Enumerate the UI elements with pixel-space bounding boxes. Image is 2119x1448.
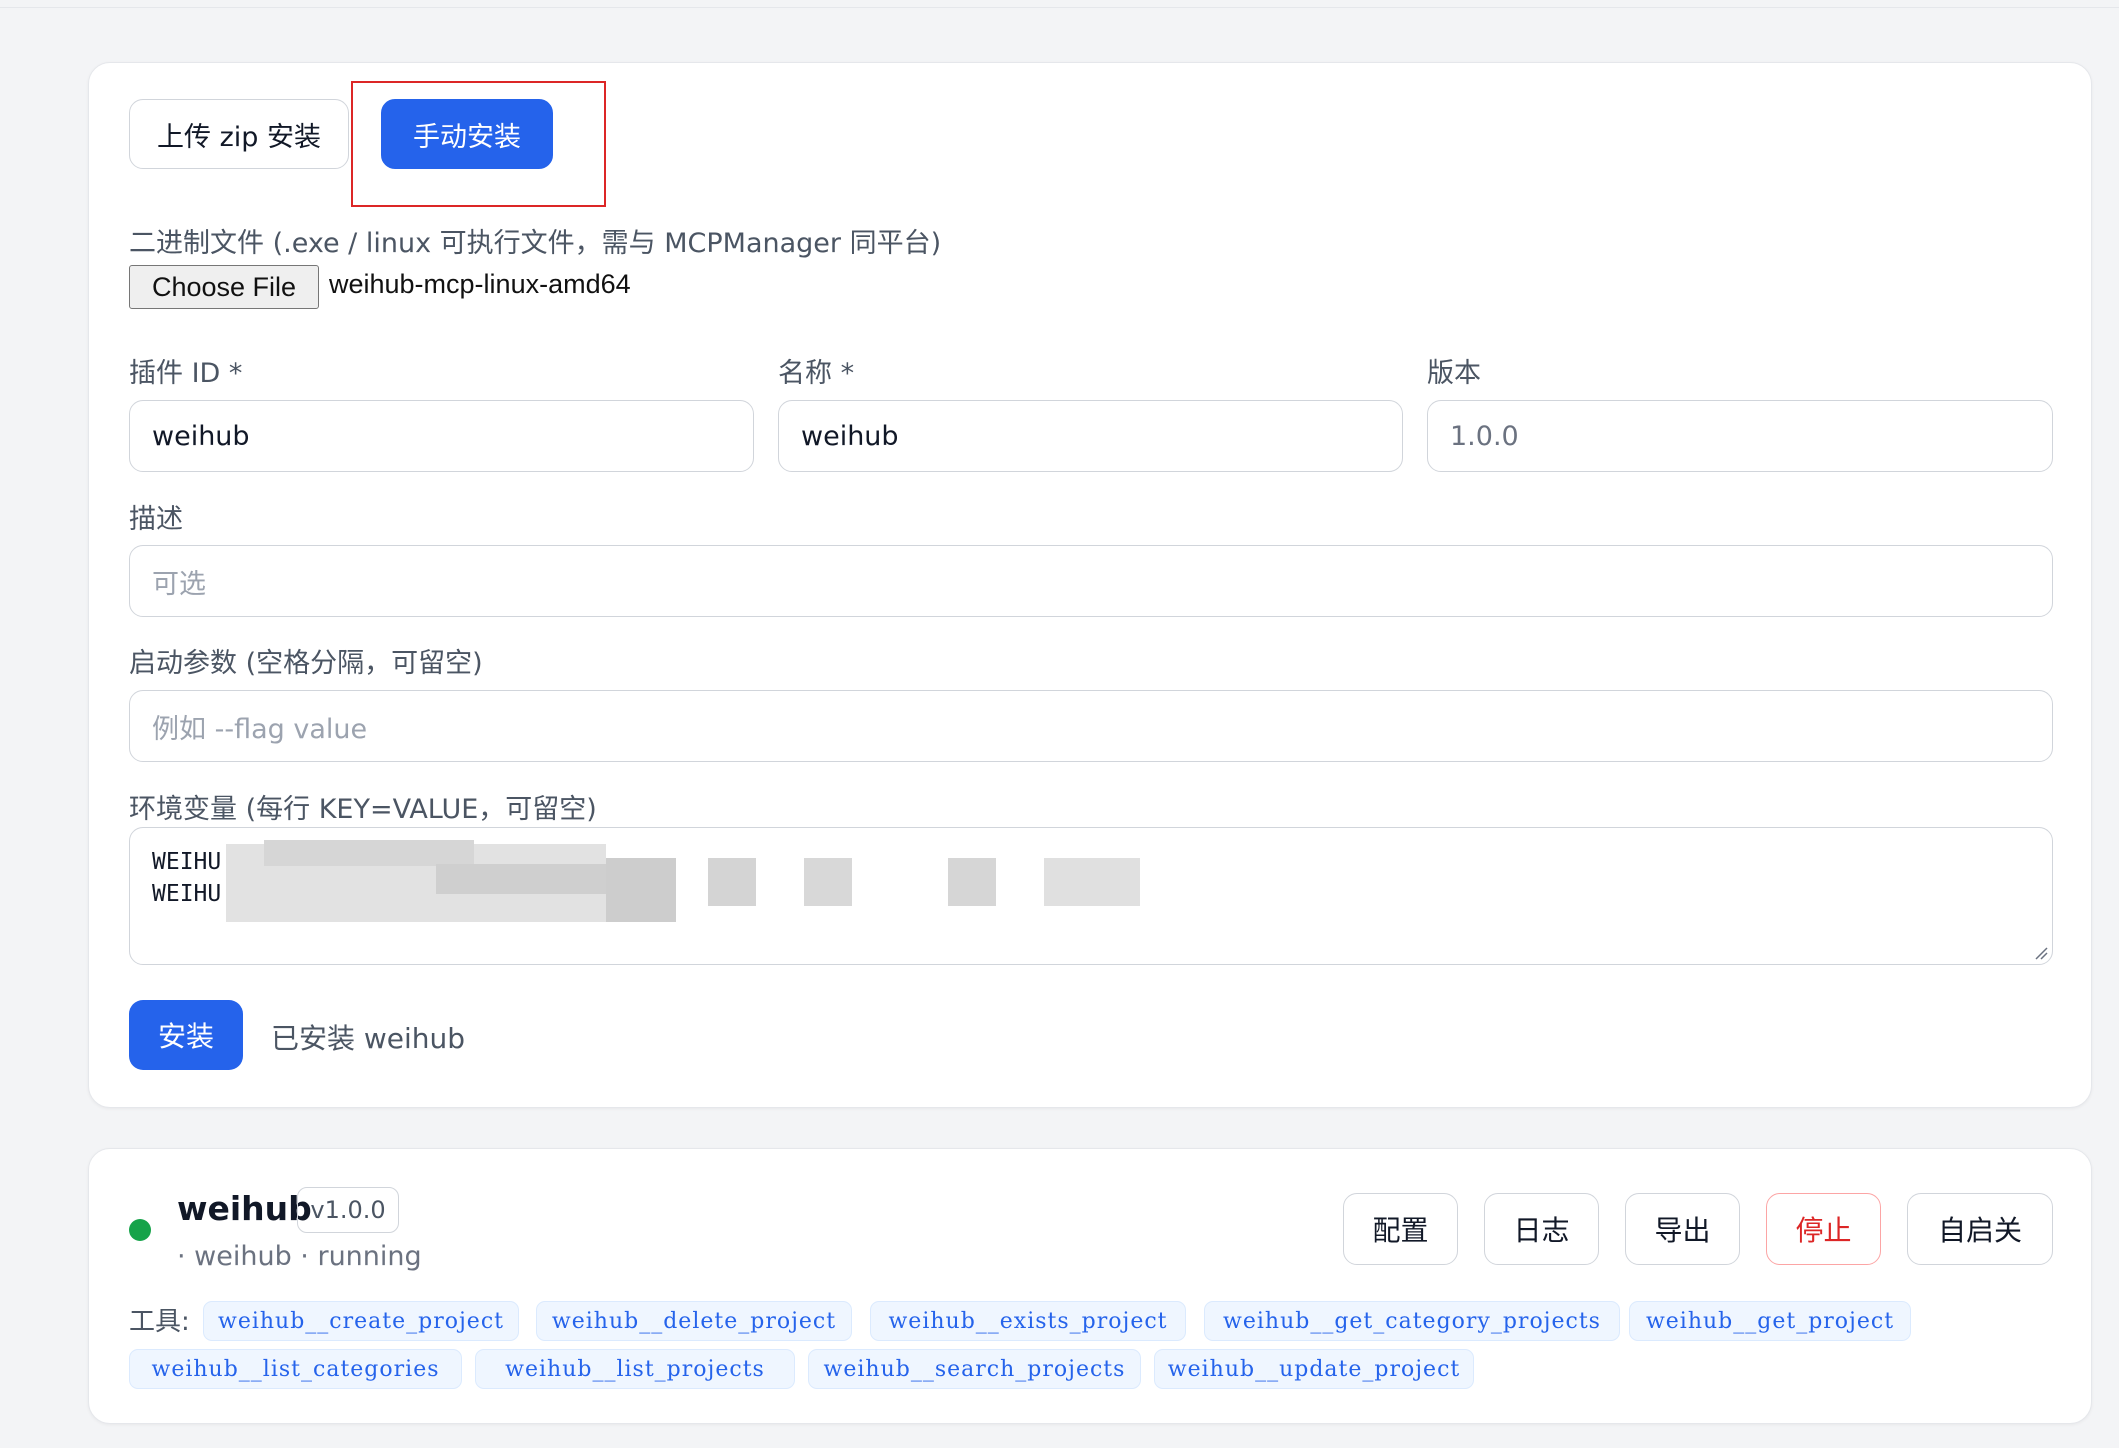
config-button[interactable]: 配置: [1343, 1193, 1458, 1265]
export-button[interactable]: 导出: [1625, 1193, 1740, 1265]
tool-tag: weihub__get_category_projects: [1204, 1301, 1620, 1341]
choose-file-button[interactable]: Choose File: [129, 265, 319, 309]
plugin-name: weihub: [177, 1189, 312, 1228]
install-status: 已安装 weihub: [271, 1022, 466, 1055]
stop-button[interactable]: 停止: [1766, 1193, 1881, 1265]
plugin-id-label: 插件 ID *: [129, 358, 243, 389]
autostart-toggle-button[interactable]: 自启关: [1907, 1193, 2053, 1265]
version-badge: v1.0.0: [297, 1187, 399, 1233]
plugin-id-input[interactable]: weihub: [129, 400, 754, 472]
tool-tag: weihub__list_projects: [475, 1349, 795, 1389]
version-label: 版本: [1427, 358, 1481, 389]
redacted-value: [606, 858, 676, 922]
env-textarea[interactable]: WEIHU WEIHU: [129, 827, 2053, 965]
version-input[interactable]: 1.0.0: [1427, 400, 2053, 472]
plugin-subtitle: · weihub · running: [177, 1241, 422, 1272]
tool-tag: weihub__search_projects: [808, 1349, 1141, 1389]
plugin-card: weihub v1.0.0 · weihub · running 配置 日志 导…: [88, 1148, 2092, 1424]
name-input[interactable]: weihub: [778, 400, 1403, 472]
description-label: 描述: [129, 504, 183, 535]
resize-grip-icon[interactable]: [2034, 946, 2048, 960]
redacted-value: [708, 858, 756, 906]
install-button[interactable]: 安装: [129, 1000, 243, 1070]
top-divider: [0, 7, 2119, 8]
redacted-value: [264, 840, 474, 866]
redacted-value: [804, 858, 852, 906]
tool-tag: weihub__get_project: [1629, 1301, 1911, 1341]
redacted-value: [1044, 858, 1140, 906]
env-label: 环境变量 (每行 KEY=VALUE，可留空): [129, 794, 597, 825]
tool-tag: weihub__list_categories: [129, 1349, 462, 1389]
binary-file-label: 二进制文件 (.exe / linux 可执行文件，需与 MCPManager …: [129, 228, 942, 259]
highlight-box: [351, 81, 606, 207]
description-input[interactable]: 可选: [129, 545, 2053, 617]
args-label: 启动参数 (空格分隔，可留空): [129, 648, 483, 679]
tab-upload-zip[interactable]: 上传 zip 安装: [129, 99, 349, 169]
redacted-value: [948, 858, 996, 906]
logs-button[interactable]: 日志: [1484, 1193, 1599, 1265]
manual-install-card: 上传 zip 安装 手动安装 二进制文件 (.exe / linux 可执行文件…: [88, 62, 2092, 1108]
selected-file-name: weihub-mcp-linux-amd64: [329, 269, 631, 299]
tool-tag: weihub__create_project: [203, 1301, 519, 1341]
tool-tag: weihub__update_project: [1154, 1349, 1474, 1389]
running-status-dot: [129, 1219, 151, 1241]
tool-tag: weihub__delete_project: [536, 1301, 852, 1341]
name-label: 名称 *: [778, 358, 855, 389]
tool-tag: weihub__exists_project: [870, 1301, 1186, 1341]
tools-label: 工具:: [129, 1307, 190, 1337]
args-input[interactable]: 例如 --flag value: [129, 690, 2053, 762]
